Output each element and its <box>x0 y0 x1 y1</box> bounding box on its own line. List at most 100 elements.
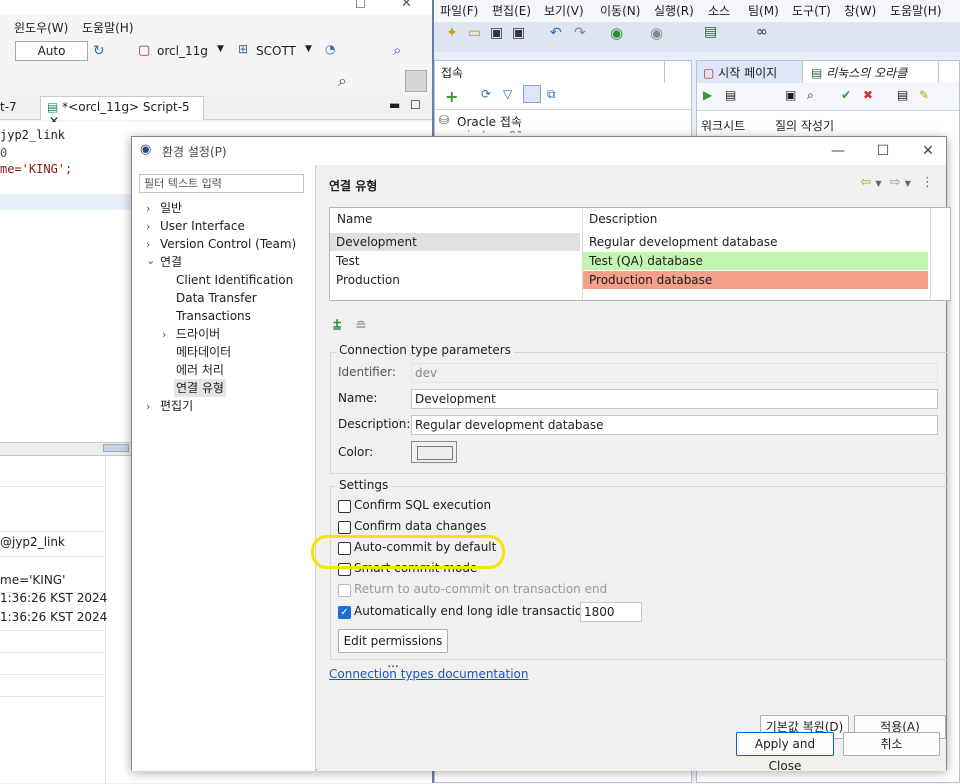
chevron-right-icon[interactable]: › <box>162 328 172 341</box>
menu-source[interactable]: 소스 <box>708 2 730 19</box>
column-header-name[interactable]: Name <box>337 212 372 226</box>
tab-connections[interactable]: 접속 <box>435 61 665 83</box>
tree-item-client-identification[interactable]: Client Identification <box>176 271 293 289</box>
add-type-icon[interactable]: ⩲ <box>333 318 341 334</box>
add-connection-icon[interactable]: + <box>445 87 458 106</box>
commit-icon[interactable]: ✔ <box>841 88 851 102</box>
run-icon[interactable]: ▶ <box>703 88 712 102</box>
apply-and-close-button[interactable]: Apply and Close <box>736 732 834 773</box>
menu-window[interactable]: 창(W) <box>844 2 876 19</box>
active-connection[interactable]: orcl_11g <box>157 44 208 58</box>
table-row-description[interactable]: Production database <box>583 271 928 289</box>
maximize-icon[interactable]: ☐ <box>410 98 421 112</box>
tab-linux-oracle[interactable]: ▤ 리눅스의 오라클 <box>805 61 939 83</box>
close-icon[interactable]: ✕ <box>401 0 412 11</box>
connection-types-doc-link[interactable]: Connection types documentation <box>329 667 528 681</box>
binoculars-icon[interactable]: ∞ <box>756 24 768 40</box>
filter-input[interactable]: 필터 텍스트 입력 <box>139 174 304 193</box>
dashboard-icon[interactable]: ◔ <box>325 42 335 56</box>
back-icon[interactable]: ◉ <box>610 24 623 42</box>
tab-worksheet[interactable]: 워크시트 <box>701 117 745 134</box>
open-folder-icon[interactable]: ▭ <box>468 25 481 41</box>
eraser-icon[interactable]: ✎ <box>919 88 929 102</box>
menu-help[interactable]: 도움말(H) <box>82 19 134 36</box>
menu-help[interactable]: 도움말(H) <box>890 2 942 19</box>
close-icon[interactable]: ✕ <box>914 141 942 161</box>
schema-browser-icon[interactable] <box>523 85 541 103</box>
chevron-down-icon[interactable]: ▼ <box>875 179 881 188</box>
tree-item-error-handling[interactable]: 에러 처리 <box>176 361 224 379</box>
table-row-name[interactable]: Test <box>330 252 580 270</box>
autotrace-icon[interactable]: ⌕ <box>807 88 814 103</box>
table-row-name[interactable]: Development <box>330 233 580 251</box>
refresh-icon[interactable]: ⟳ <box>481 87 491 101</box>
auto-commit-combo[interactable]: Auto <box>15 41 88 61</box>
confirm-sql-checkbox[interactable] <box>338 500 351 513</box>
tree-item-connections[interactable]: 연결 <box>160 253 182 271</box>
return-auto-commit-checkbox[interactable] <box>338 584 351 597</box>
run-script-icon[interactable]: ▤ <box>725 88 736 102</box>
table-row-name[interactable]: Production <box>330 271 580 289</box>
idle-timeout-field[interactable]: 1800 <box>580 602 642 622</box>
undo-icon[interactable]: ↶ <box>550 25 562 41</box>
search-icon[interactable]: ⌕ <box>338 71 347 91</box>
tree-item-user-interface[interactable]: User Interface <box>160 217 245 235</box>
tab-script-5[interactable]: ▤ *<orcl_11g> Script-5 ✕ <box>40 96 204 128</box>
edit-permissions-button[interactable]: Edit permissions ... <box>338 629 448 670</box>
menu-run[interactable]: 실행(R) <box>654 2 694 19</box>
tab-start-page[interactable]: ▢ 시작 페이지 <box>697 61 803 83</box>
auto-end-checkbox[interactable]: ✓ <box>338 606 351 619</box>
tree-item-version-control[interactable]: Version Control (Team) <box>160 235 296 253</box>
chevron-down-icon[interactable]: ⌄ <box>146 254 156 267</box>
chevron-right-icon[interactable]: › <box>146 238 156 251</box>
menu-edit[interactable]: 편집(E) <box>492 2 531 19</box>
table-row-description[interactable]: Test (QA) database <box>583 252 928 270</box>
tab-script-7[interactable]: t-7 <box>0 100 17 114</box>
tree-item-editors[interactable]: 편집기 <box>160 397 193 415</box>
explain-icon[interactable]: ▣ <box>785 88 796 102</box>
more-menu-icon[interactable]: ⋮ <box>921 175 934 190</box>
identifier-field[interactable]: dev <box>411 363 938 383</box>
minimize-icon[interactable]: ▬ <box>389 98 400 112</box>
minimize-icon[interactable]: — <box>824 141 852 161</box>
menu-team[interactable]: 팀(M) <box>748 2 779 19</box>
chevron-right-icon[interactable]: › <box>146 220 156 233</box>
menu-tools[interactable]: 도구(T) <box>792 2 831 19</box>
filter-icon[interactable]: ▽ <box>503 87 512 101</box>
name-field[interactable]: Development <box>411 389 938 409</box>
tree-icon[interactable]: ⧉ <box>547 87 556 102</box>
maximize-icon[interactable]: ☐ <box>355 0 366 11</box>
tab-query-builder[interactable]: 질의 작성기 <box>775 117 834 134</box>
chevron-right-icon[interactable]: › <box>146 202 156 215</box>
tree-item[interactable]: window_01c <box>457 129 530 133</box>
menu-window[interactable]: 윈도우(W) <box>14 19 68 36</box>
confirm-data-checkbox[interactable] <box>338 521 351 534</box>
sash-handle[interactable] <box>103 444 129 452</box>
cancel-button[interactable]: 취소 <box>843 732 940 756</box>
tree-item-connection-types[interactable]: 연결 유형 <box>174 379 226 397</box>
rollback-icon[interactable]: ✖ <box>863 88 873 102</box>
history-icon[interactable]: ↻ <box>93 43 105 59</box>
maximize-icon[interactable]: ☐ <box>869 141 897 161</box>
tree-root[interactable]: Oracle 접속 <box>457 113 522 130</box>
forward-icon[interactable]: ◉ <box>650 24 663 42</box>
back-arrow-icon[interactable]: ⇦ <box>860 175 871 190</box>
redo-icon[interactable]: ↷ <box>574 25 586 41</box>
chevron-right-icon[interactable]: › <box>146 400 156 413</box>
perspective-icon[interactable] <box>405 70 427 92</box>
tree-item-drivers[interactable]: 드라이버 <box>176 325 220 343</box>
tree-item-general[interactable]: 일반 <box>160 199 182 217</box>
menu-navigate[interactable]: 이동(N) <box>600 2 640 19</box>
chevron-down-icon[interactable]: ▼ <box>217 44 224 54</box>
menu-file[interactable]: 파일(F) <box>440 2 478 19</box>
forward-arrow-icon[interactable]: ⇨ <box>890 175 901 190</box>
tree-item-data-transfer[interactable]: Data Transfer <box>176 289 257 307</box>
save-all-icon[interactable]: ▣ <box>512 25 525 41</box>
active-schema[interactable]: SCOTT <box>256 44 296 58</box>
save-icon[interactable]: ▣ <box>490 25 503 41</box>
chevron-down-icon[interactable]: ▼ <box>905 179 911 188</box>
description-field[interactable]: Regular development database <box>411 415 938 435</box>
menu-view[interactable]: 보기(V) <box>544 2 584 19</box>
tree-item-transactions[interactable]: Transactions <box>176 307 251 325</box>
sql-icon[interactable]: ▤ <box>704 24 717 40</box>
